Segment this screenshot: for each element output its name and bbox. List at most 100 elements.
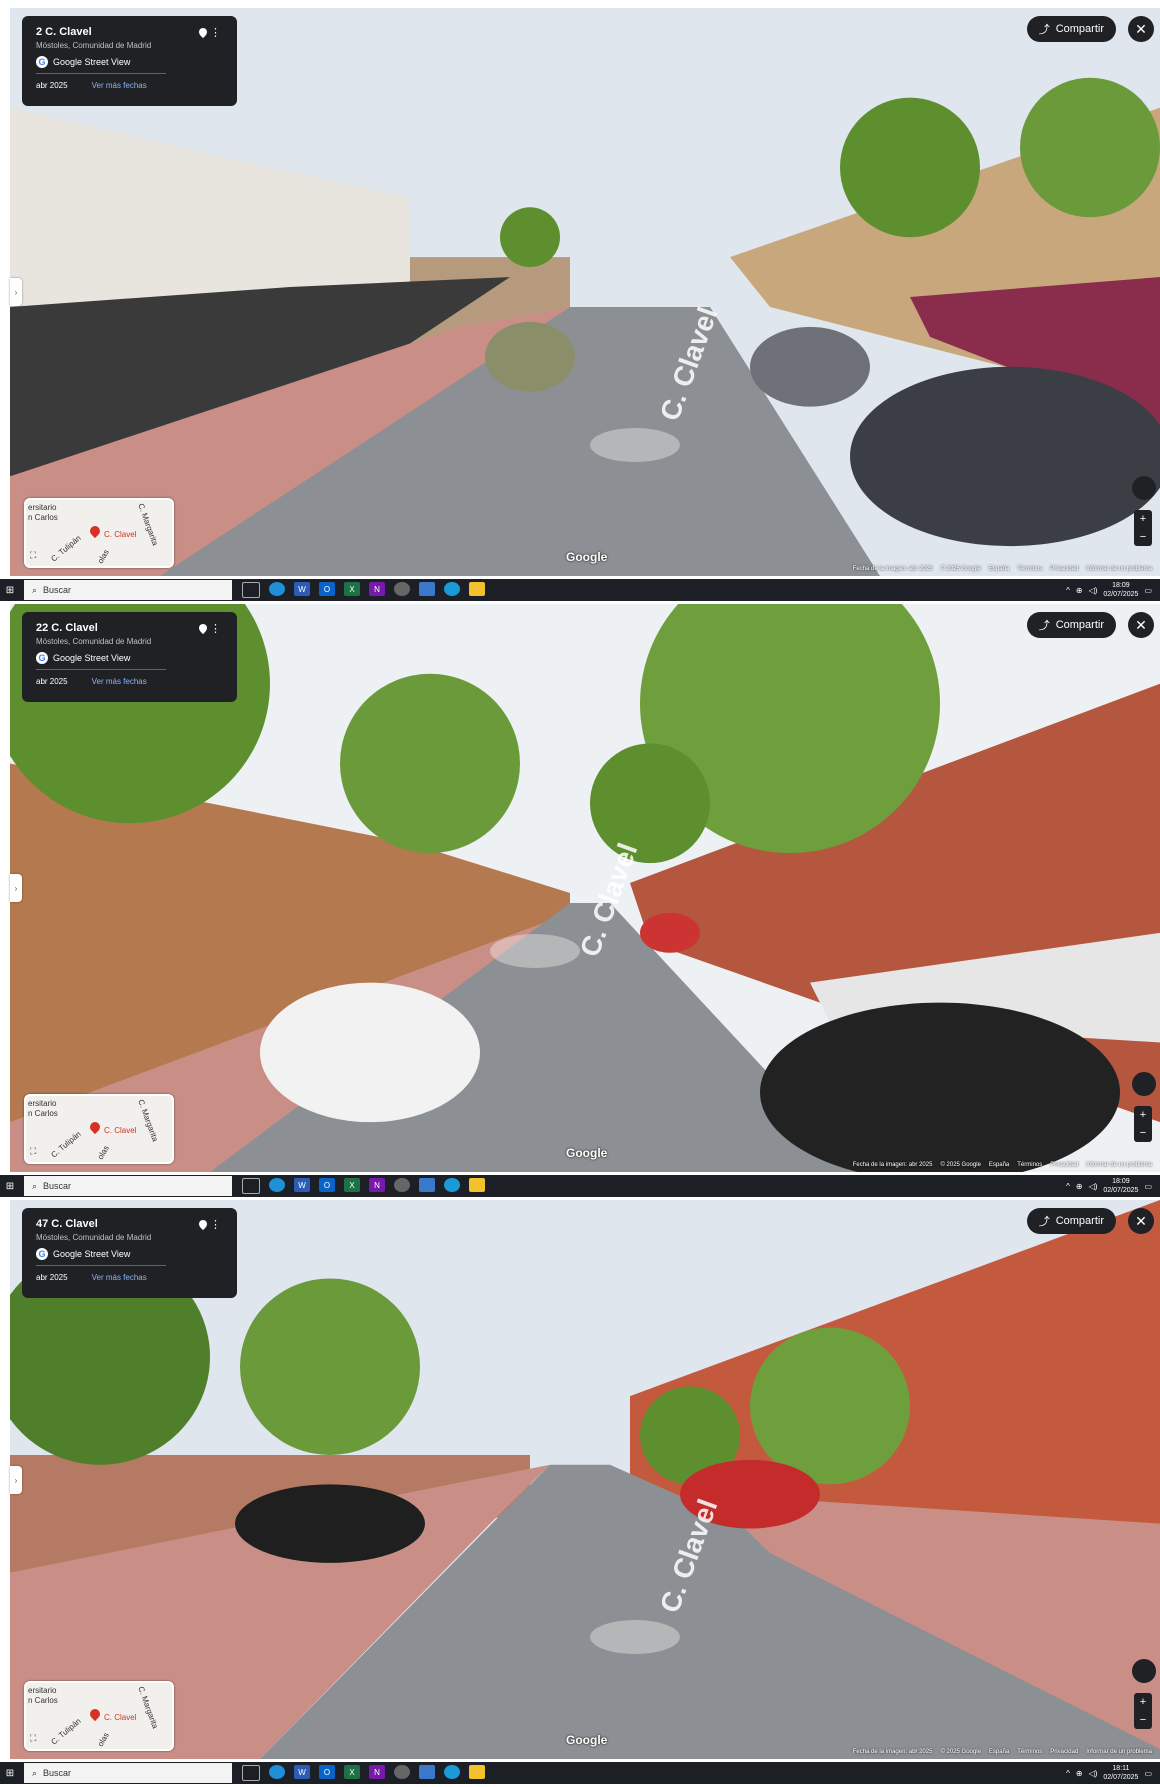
volume-icon[interactable]: ◁) xyxy=(1089,1182,1098,1191)
footer-item[interactable]: España xyxy=(989,566,1009,572)
windows-start-icon[interactable]: ⊞ xyxy=(0,1768,20,1779)
zoom-in-icon[interactable]: + xyxy=(1140,513,1146,525)
file-explorer-icon[interactable] xyxy=(469,1178,485,1192)
mini-map[interactable]: ersitario n Carlos C. Clavel C. Tulipán … xyxy=(24,1681,174,1751)
compass-icon[interactable] xyxy=(1132,1072,1156,1096)
onenote-icon[interactable]: N xyxy=(369,582,385,596)
footer-item[interactable]: Informar de un problema xyxy=(1086,1749,1152,1755)
file-explorer-icon[interactable] xyxy=(469,582,485,596)
app-icon[interactable] xyxy=(394,1178,410,1192)
file-explorer-icon[interactable] xyxy=(469,1765,485,1779)
expand-map-icon[interactable]: ⛶ xyxy=(30,550,36,561)
windows-start-icon[interactable]: ⊞ xyxy=(0,585,20,596)
footer-item[interactable]: España xyxy=(989,1749,1009,1755)
maps-app-icon[interactable] xyxy=(444,1765,460,1779)
windows-start-icon[interactable]: ⊞ xyxy=(0,1181,20,1192)
zoom-controls[interactable]: + − xyxy=(1134,1106,1152,1142)
calculator-icon[interactable] xyxy=(419,582,435,596)
edge-icon[interactable] xyxy=(269,1178,285,1192)
maps-app-icon[interactable] xyxy=(444,1178,460,1192)
zoom-controls[interactable]: + − xyxy=(1134,1693,1152,1729)
more-options-icon[interactable]: ⋮ xyxy=(210,28,221,39)
side-panel-toggle[interactable]: › xyxy=(10,1466,22,1494)
calculator-icon[interactable] xyxy=(419,1765,435,1779)
share-button[interactable]: ⤴ Compartir xyxy=(1026,16,1116,42)
compass-icon[interactable] xyxy=(1132,1659,1156,1683)
expand-map-icon[interactable]: ⛶ xyxy=(30,1146,36,1157)
outlook-icon[interactable]: O xyxy=(319,1765,335,1779)
volume-icon[interactable]: ◁) xyxy=(1089,586,1098,595)
location-pin-icon[interactable] xyxy=(199,624,207,634)
word-icon[interactable]: W xyxy=(294,582,310,596)
onenote-icon[interactable]: N xyxy=(369,1765,385,1779)
network-icon[interactable]: ⊕ xyxy=(1076,586,1083,595)
network-icon[interactable]: ⊕ xyxy=(1076,1182,1083,1191)
footer-item[interactable]: Privacidad xyxy=(1050,1749,1078,1755)
zoom-in-icon[interactable]: + xyxy=(1140,1109,1146,1121)
footer-item[interactable]: Términos xyxy=(1017,566,1042,572)
footer-item[interactable]: Privacidad xyxy=(1050,566,1078,572)
mini-map[interactable]: ersitario n Carlos C. Clavel C. Tulipán … xyxy=(24,1094,174,1164)
notifications-icon[interactable]: ▭ xyxy=(1144,1769,1152,1778)
footer-item[interactable]: Informar de un problema xyxy=(1086,1162,1152,1168)
app-icon[interactable] xyxy=(394,582,410,596)
edge-icon[interactable] xyxy=(269,1765,285,1779)
footer-item[interactable]: Informar de un problema xyxy=(1086,566,1152,572)
network-icon[interactable]: ⊕ xyxy=(1076,1769,1083,1778)
close-button[interactable]: ✕ xyxy=(1128,1208,1154,1234)
more-dates-link[interactable]: Ver más fechas xyxy=(92,81,147,90)
footer-item[interactable]: Términos xyxy=(1017,1162,1042,1168)
zoom-out-icon[interactable]: − xyxy=(1140,1127,1146,1139)
move-arrow-icon[interactable] xyxy=(590,1620,680,1654)
close-button[interactable]: ✕ xyxy=(1128,16,1154,42)
chevron-up-icon[interactable]: ^ xyxy=(1066,1182,1070,1191)
taskbar-search[interactable]: ⌕ Buscar xyxy=(24,580,232,600)
more-dates-link[interactable]: Ver más fechas xyxy=(92,1273,147,1282)
notifications-icon[interactable]: ▭ xyxy=(1144,1182,1152,1191)
taskbar-search[interactable]: ⌕ Buscar xyxy=(24,1763,232,1783)
side-panel-toggle[interactable]: › xyxy=(10,278,22,306)
outlook-icon[interactable]: O xyxy=(319,582,335,596)
outlook-icon[interactable]: O xyxy=(319,1178,335,1192)
task-view-icon[interactable] xyxy=(242,582,260,598)
expand-map-icon[interactable]: ⛶ xyxy=(30,1733,36,1744)
location-pin-icon[interactable] xyxy=(199,1220,207,1230)
taskbar-clock[interactable]: 18:09 02/07/2025 xyxy=(1103,1177,1138,1195)
close-button[interactable]: ✕ xyxy=(1128,612,1154,638)
footer-item[interactable]: España xyxy=(989,1162,1009,1168)
zoom-in-icon[interactable]: + xyxy=(1140,1696,1146,1708)
share-button[interactable]: ⤴ Compartir xyxy=(1026,612,1116,638)
word-icon[interactable]: W xyxy=(294,1765,310,1779)
side-panel-toggle[interactable]: › xyxy=(10,874,22,902)
more-dates-link[interactable]: Ver más fechas xyxy=(92,677,147,686)
mini-map[interactable]: ersitario n Carlos C. Clavel C. Tulipán … xyxy=(24,498,174,568)
app-icon[interactable] xyxy=(394,1765,410,1779)
maps-app-icon[interactable] xyxy=(444,582,460,596)
footer-item[interactable]: Términos xyxy=(1017,1749,1042,1755)
location-pin-icon[interactable] xyxy=(199,28,207,38)
footer-item[interactable]: Privacidad xyxy=(1050,1162,1078,1168)
excel-icon[interactable]: X xyxy=(344,582,360,596)
taskbar-clock[interactable]: 18:09 02/07/2025 xyxy=(1103,581,1138,599)
taskbar-clock[interactable]: 18:11 02/07/2025 xyxy=(1103,1764,1138,1782)
chevron-up-icon[interactable]: ^ xyxy=(1066,586,1070,595)
zoom-out-icon[interactable]: − xyxy=(1140,1714,1146,1726)
task-view-icon[interactable] xyxy=(242,1178,260,1194)
move-arrow-icon[interactable] xyxy=(490,934,580,968)
excel-icon[interactable]: X xyxy=(344,1765,360,1779)
compass-icon[interactable] xyxy=(1132,476,1156,500)
calculator-icon[interactable] xyxy=(419,1178,435,1192)
excel-icon[interactable]: X xyxy=(344,1178,360,1192)
task-view-icon[interactable] xyxy=(242,1765,260,1781)
notifications-icon[interactable]: ▭ xyxy=(1144,586,1152,595)
zoom-out-icon[interactable]: − xyxy=(1140,531,1146,543)
edge-icon[interactable] xyxy=(269,582,285,596)
chevron-up-icon[interactable]: ^ xyxy=(1066,1769,1070,1778)
move-arrow-icon[interactable] xyxy=(590,428,680,462)
volume-icon[interactable]: ◁) xyxy=(1089,1769,1098,1778)
word-icon[interactable]: W xyxy=(294,1178,310,1192)
taskbar-search[interactable]: ⌕ Buscar xyxy=(24,1176,232,1196)
zoom-controls[interactable]: + − xyxy=(1134,510,1152,546)
more-options-icon[interactable]: ⋮ xyxy=(210,624,221,635)
more-options-icon[interactable]: ⋮ xyxy=(210,1220,221,1231)
